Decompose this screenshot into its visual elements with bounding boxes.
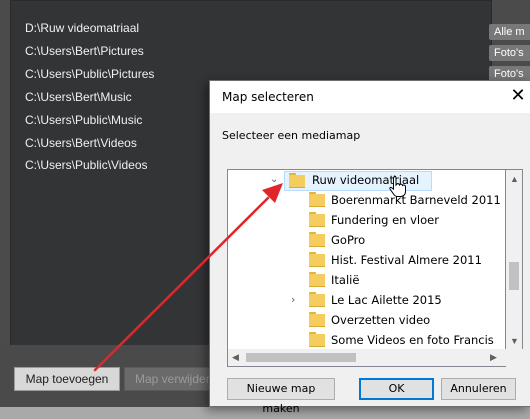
red-arrow-icon — [93, 183, 283, 372]
annotation-overlay — [93, 175, 406, 372]
hand-cursor-icon — [389, 175, 406, 197]
